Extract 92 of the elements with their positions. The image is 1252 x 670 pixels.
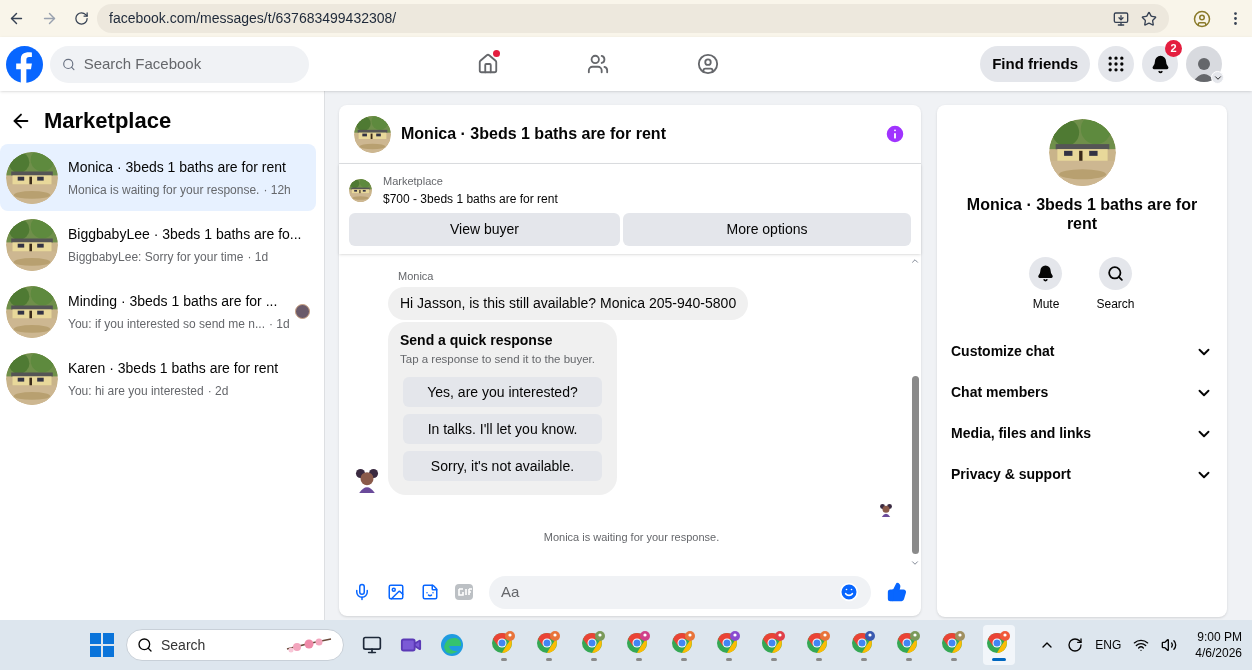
menu-button[interactable] <box>1098 46 1134 82</box>
bookmark-star-icon[interactable] <box>1141 10 1157 27</box>
avatar-figure-icon <box>354 467 380 494</box>
notification-count: 2 <box>1165 40 1182 57</box>
image-icon[interactable] <box>387 583 405 601</box>
conversation-preview: You: if you interested so send me n... <box>68 315 265 333</box>
chrome-icon <box>671 629 697 656</box>
chrome-icon <box>626 629 652 656</box>
account-button[interactable] <box>1186 46 1222 82</box>
details-section[interactable]: Customize chat <box>945 331 1219 372</box>
volume-icon[interactable] <box>1161 637 1178 653</box>
chrome-icon <box>896 629 922 656</box>
reload-icon[interactable] <box>74 11 89 26</box>
search-icon <box>137 637 153 653</box>
chrome-icon <box>581 629 607 656</box>
details-title: Monica · 3beds 1 baths are for rent <box>965 195 1199 233</box>
conversation-preview: BiggbabyLee: Sorry for your time <box>68 248 244 266</box>
quick-response-option[interactable]: Sorry, it's not available. <box>403 451 602 482</box>
details-section[interactable]: Media, files and links <box>945 413 1219 454</box>
taskbar-app[interactable] <box>983 625 1015 665</box>
info-icon[interactable] <box>884 123 906 145</box>
friends-icon <box>587 53 609 75</box>
quick-response-subtitle: Tap a response to send it to the buyer. <box>400 352 596 367</box>
message-input-field[interactable]: Aa <box>489 575 871 609</box>
groups-icon <box>697 53 719 75</box>
sidebar-title: Marketplace <box>44 107 172 135</box>
conversation-title: BiggbabyLee · 3beds 1 baths are fo... <box>68 224 303 244</box>
listing-label: Marketplace <box>383 174 444 189</box>
search-field[interactable]: Search Facebook <box>50 45 309 83</box>
details-section[interactable]: Chat members <box>945 372 1219 413</box>
conversation-time: · 1d <box>269 315 290 333</box>
microphone-icon[interactable] <box>353 583 371 601</box>
conversation-time: · 2d <box>207 382 229 400</box>
chrome-icon <box>986 629 1012 656</box>
notifications-button[interactable] <box>1142 46 1178 82</box>
address-bar[interactable]: facebook.com/messages/t/637683499432308/ <box>97 4 1169 33</box>
conversation-preview: You: hi are you interested <box>68 382 204 400</box>
quick-response-title: Send a quick response <box>400 331 554 350</box>
language-indicator[interactable]: ENG <box>1095 636 1122 654</box>
chat-title: Monica · 3beds 1 baths are for rent <box>401 124 667 144</box>
conversation-title: Minding · 3beds 1 baths are for ... <box>68 291 279 311</box>
edge-icon[interactable] <box>440 633 464 657</box>
chrome-icon <box>536 629 562 656</box>
profile-icon[interactable] <box>1193 9 1211 28</box>
bell-icon <box>1037 265 1055 282</box>
details-section[interactable]: Privacy & support <box>945 454 1219 495</box>
quick-response-option[interactable]: In talks. I'll let you know. <box>403 414 602 445</box>
chrome-icon <box>716 629 742 656</box>
message-bubble: Hi Jasson, is this still available? Monica 205-940-5800 <box>388 287 749 320</box>
find-friends-button[interactable]: Find friends <box>980 46 1090 82</box>
status-text: Monica is waiting for your response. <box>542 530 721 546</box>
listing-button[interactable]: View buyer <box>349 212 620 246</box>
account-menu-badge[interactable] <box>1211 71 1224 84</box>
chrome-icon <box>806 629 832 656</box>
conversation-item[interactable]: Monica · 3beds 1 baths are for rent Monica is waiting for your response. · 12h <box>0 144 316 211</box>
listing-text: $700 - 3beds 1 baths are for rent <box>383 190 558 208</box>
conversation-preview: Monica is waiting for your response. <box>68 181 260 199</box>
details-action-button[interactable]: Search <box>1096 257 1135 313</box>
facebook-logo[interactable] <box>6 45 43 83</box>
chrome-icon <box>941 629 967 656</box>
message-input[interactable]: Aa <box>501 580 839 604</box>
url-text: facebook.com/messages/t/637683499432308/ <box>109 9 398 28</box>
conversation-title: Monica · 3beds 1 baths are for rent <box>68 157 287 177</box>
taskbar-search-input[interactable]: Search <box>161 634 277 656</box>
grid-menu-icon <box>1106 54 1126 74</box>
search-icon <box>62 56 76 72</box>
back-icon[interactable] <box>8 10 25 27</box>
blossom-icon <box>285 635 333 655</box>
listing-button[interactable]: More options <box>623 212 911 246</box>
chrome-icon <box>761 629 787 656</box>
sync-icon[interactable] <box>1067 637 1084 653</box>
chrome-icon <box>491 629 517 656</box>
clock[interactable]: 9:00 PM 4/6/2026 <box>1195 629 1242 661</box>
sticker-icon[interactable] <box>421 583 439 601</box>
conversation-time: · 1d <box>247 248 269 266</box>
taskbar-search-field[interactable]: Search <box>126 629 344 661</box>
sender-name: Monica <box>398 268 435 284</box>
windows-start-icon[interactable] <box>90 633 114 657</box>
search-icon <box>1107 265 1124 282</box>
bell-icon <box>1150 54 1170 74</box>
conversation-title: Karen · 3beds 1 baths are for rent <box>68 358 280 378</box>
conversation-time: · 12h <box>263 181 291 199</box>
home-icon <box>477 53 499 75</box>
like-icon[interactable] <box>887 582 907 602</box>
install-icon[interactable] <box>1113 10 1129 27</box>
task-view-icon[interactable] <box>362 635 382 655</box>
avatar-figure-icon <box>879 503 893 518</box>
search-input[interactable]: Search Facebook <box>83 52 297 76</box>
quick-response-option[interactable]: Yes, are you interested? <box>403 377 602 408</box>
chrome-icon <box>851 629 877 656</box>
network-icon[interactable] <box>1133 637 1150 653</box>
emoji-icon[interactable] <box>839 582 859 602</box>
